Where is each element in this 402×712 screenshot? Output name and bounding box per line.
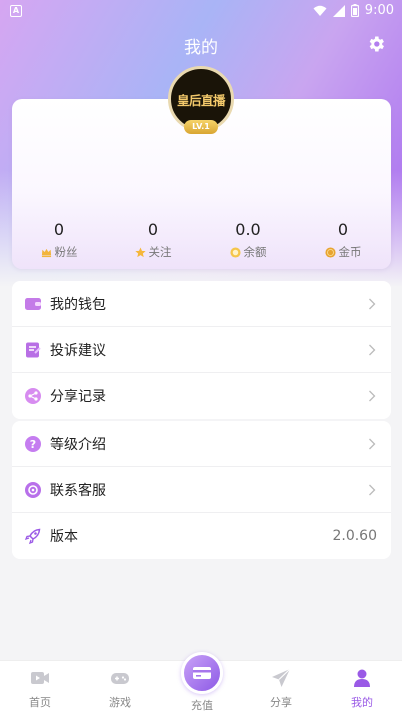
gear-icon[interactable] (366, 34, 386, 54)
send-icon (272, 668, 291, 687)
person-icon (354, 669, 370, 687)
menu-label: 我的钱包 (50, 296, 106, 313)
stat-balance[interactable]: 0.0 余额 (201, 220, 295, 260)
battery-icon (350, 4, 359, 17)
chevron-right-icon (369, 390, 376, 402)
stat-label: 余额 (243, 245, 267, 259)
wifi-icon (313, 5, 327, 16)
stat-label: 粉丝 (54, 245, 78, 259)
tab-games[interactable]: 游戏 (80, 667, 160, 710)
gamepad-icon (111, 673, 129, 684)
app-notification-icon: A (10, 5, 22, 17)
menu-item-wallet[interactable]: 我的钱包 (12, 281, 391, 327)
menu-item-customer-service[interactable]: 联系客服 (12, 467, 391, 513)
rocket-icon (24, 528, 41, 545)
chevron-right-icon (369, 484, 376, 496)
menu-item-feedback[interactable]: 投诉建议 (12, 327, 391, 373)
tab-mine[interactable]: 我的 (322, 667, 402, 710)
stat-coins[interactable]: 0 金币 (296, 220, 390, 260)
tab-share[interactable]: 分享 (241, 667, 321, 710)
stats-row: 0 粉丝 0 关注 0.0 余额 0 金币 (12, 220, 391, 264)
menu-label: 版本 (50, 529, 78, 545)
balance-icon (229, 246, 241, 258)
menu-group-about: ? 等级介绍 联系客服 版本 2.0.60 (12, 421, 391, 559)
stat-label: 关注 (148, 245, 172, 259)
stat-label: 金币 (338, 245, 362, 259)
avatar-logo: 皇后直播 (176, 92, 226, 108)
customer-service-icon (25, 482, 41, 498)
stat-following[interactable]: 0 关注 (106, 220, 200, 260)
version-value: 2.0.60 (332, 528, 377, 544)
tab-label: 游戏 (109, 696, 131, 709)
menu-group-account: 我的钱包 投诉建议 分享记录 (12, 281, 391, 419)
tab-label: 充值 (191, 699, 213, 712)
page-title: 我的 (184, 38, 218, 58)
card-icon (193, 667, 211, 679)
menu-label: 联系客服 (50, 482, 106, 499)
stat-value: 0 (147, 220, 159, 239)
tab-home[interactable]: 首页 (0, 667, 80, 710)
status-bar: A 9:00 (0, 0, 402, 24)
feedback-icon (26, 342, 41, 358)
star-icon (134, 246, 146, 257)
crown-icon (41, 248, 51, 257)
coin-icon (324, 246, 336, 258)
signal-icon (332, 4, 345, 17)
tab-recharge[interactable]: 充值 (180, 652, 224, 712)
share-record-icon (25, 388, 41, 404)
menu-item-level-intro[interactable]: ? 等级介绍 (12, 421, 391, 467)
menu-item-share-record[interactable]: 分享记录 (12, 373, 391, 419)
wallet-icon (25, 298, 41, 310)
menu-label: 分享记录 (50, 389, 106, 405)
menu-label: 等级介绍 (50, 436, 106, 453)
question-icon: ? (25, 436, 41, 452)
video-icon (31, 672, 49, 684)
menu-item-version[interactable]: 版本 2.0.60 (12, 513, 391, 559)
stat-fans[interactable]: 0 粉丝 (12, 220, 106, 260)
tab-label: 我的 (351, 696, 373, 709)
svg-text:?: ? (30, 438, 36, 451)
tab-label: 首页 (29, 696, 51, 709)
recharge-button[interactable] (181, 652, 223, 694)
chevron-right-icon (369, 438, 376, 450)
stat-value: 0 (337, 220, 349, 239)
stat-value: 0.0 (235, 220, 261, 239)
level-badge: LV.1 (184, 120, 218, 134)
stat-value: 0 (53, 220, 65, 239)
chevron-right-icon (369, 298, 376, 310)
tab-label: 分享 (270, 696, 292, 709)
menu-label: 投诉建议 (50, 342, 106, 359)
clock: 9:00 (364, 3, 394, 18)
chevron-right-icon (369, 344, 376, 356)
